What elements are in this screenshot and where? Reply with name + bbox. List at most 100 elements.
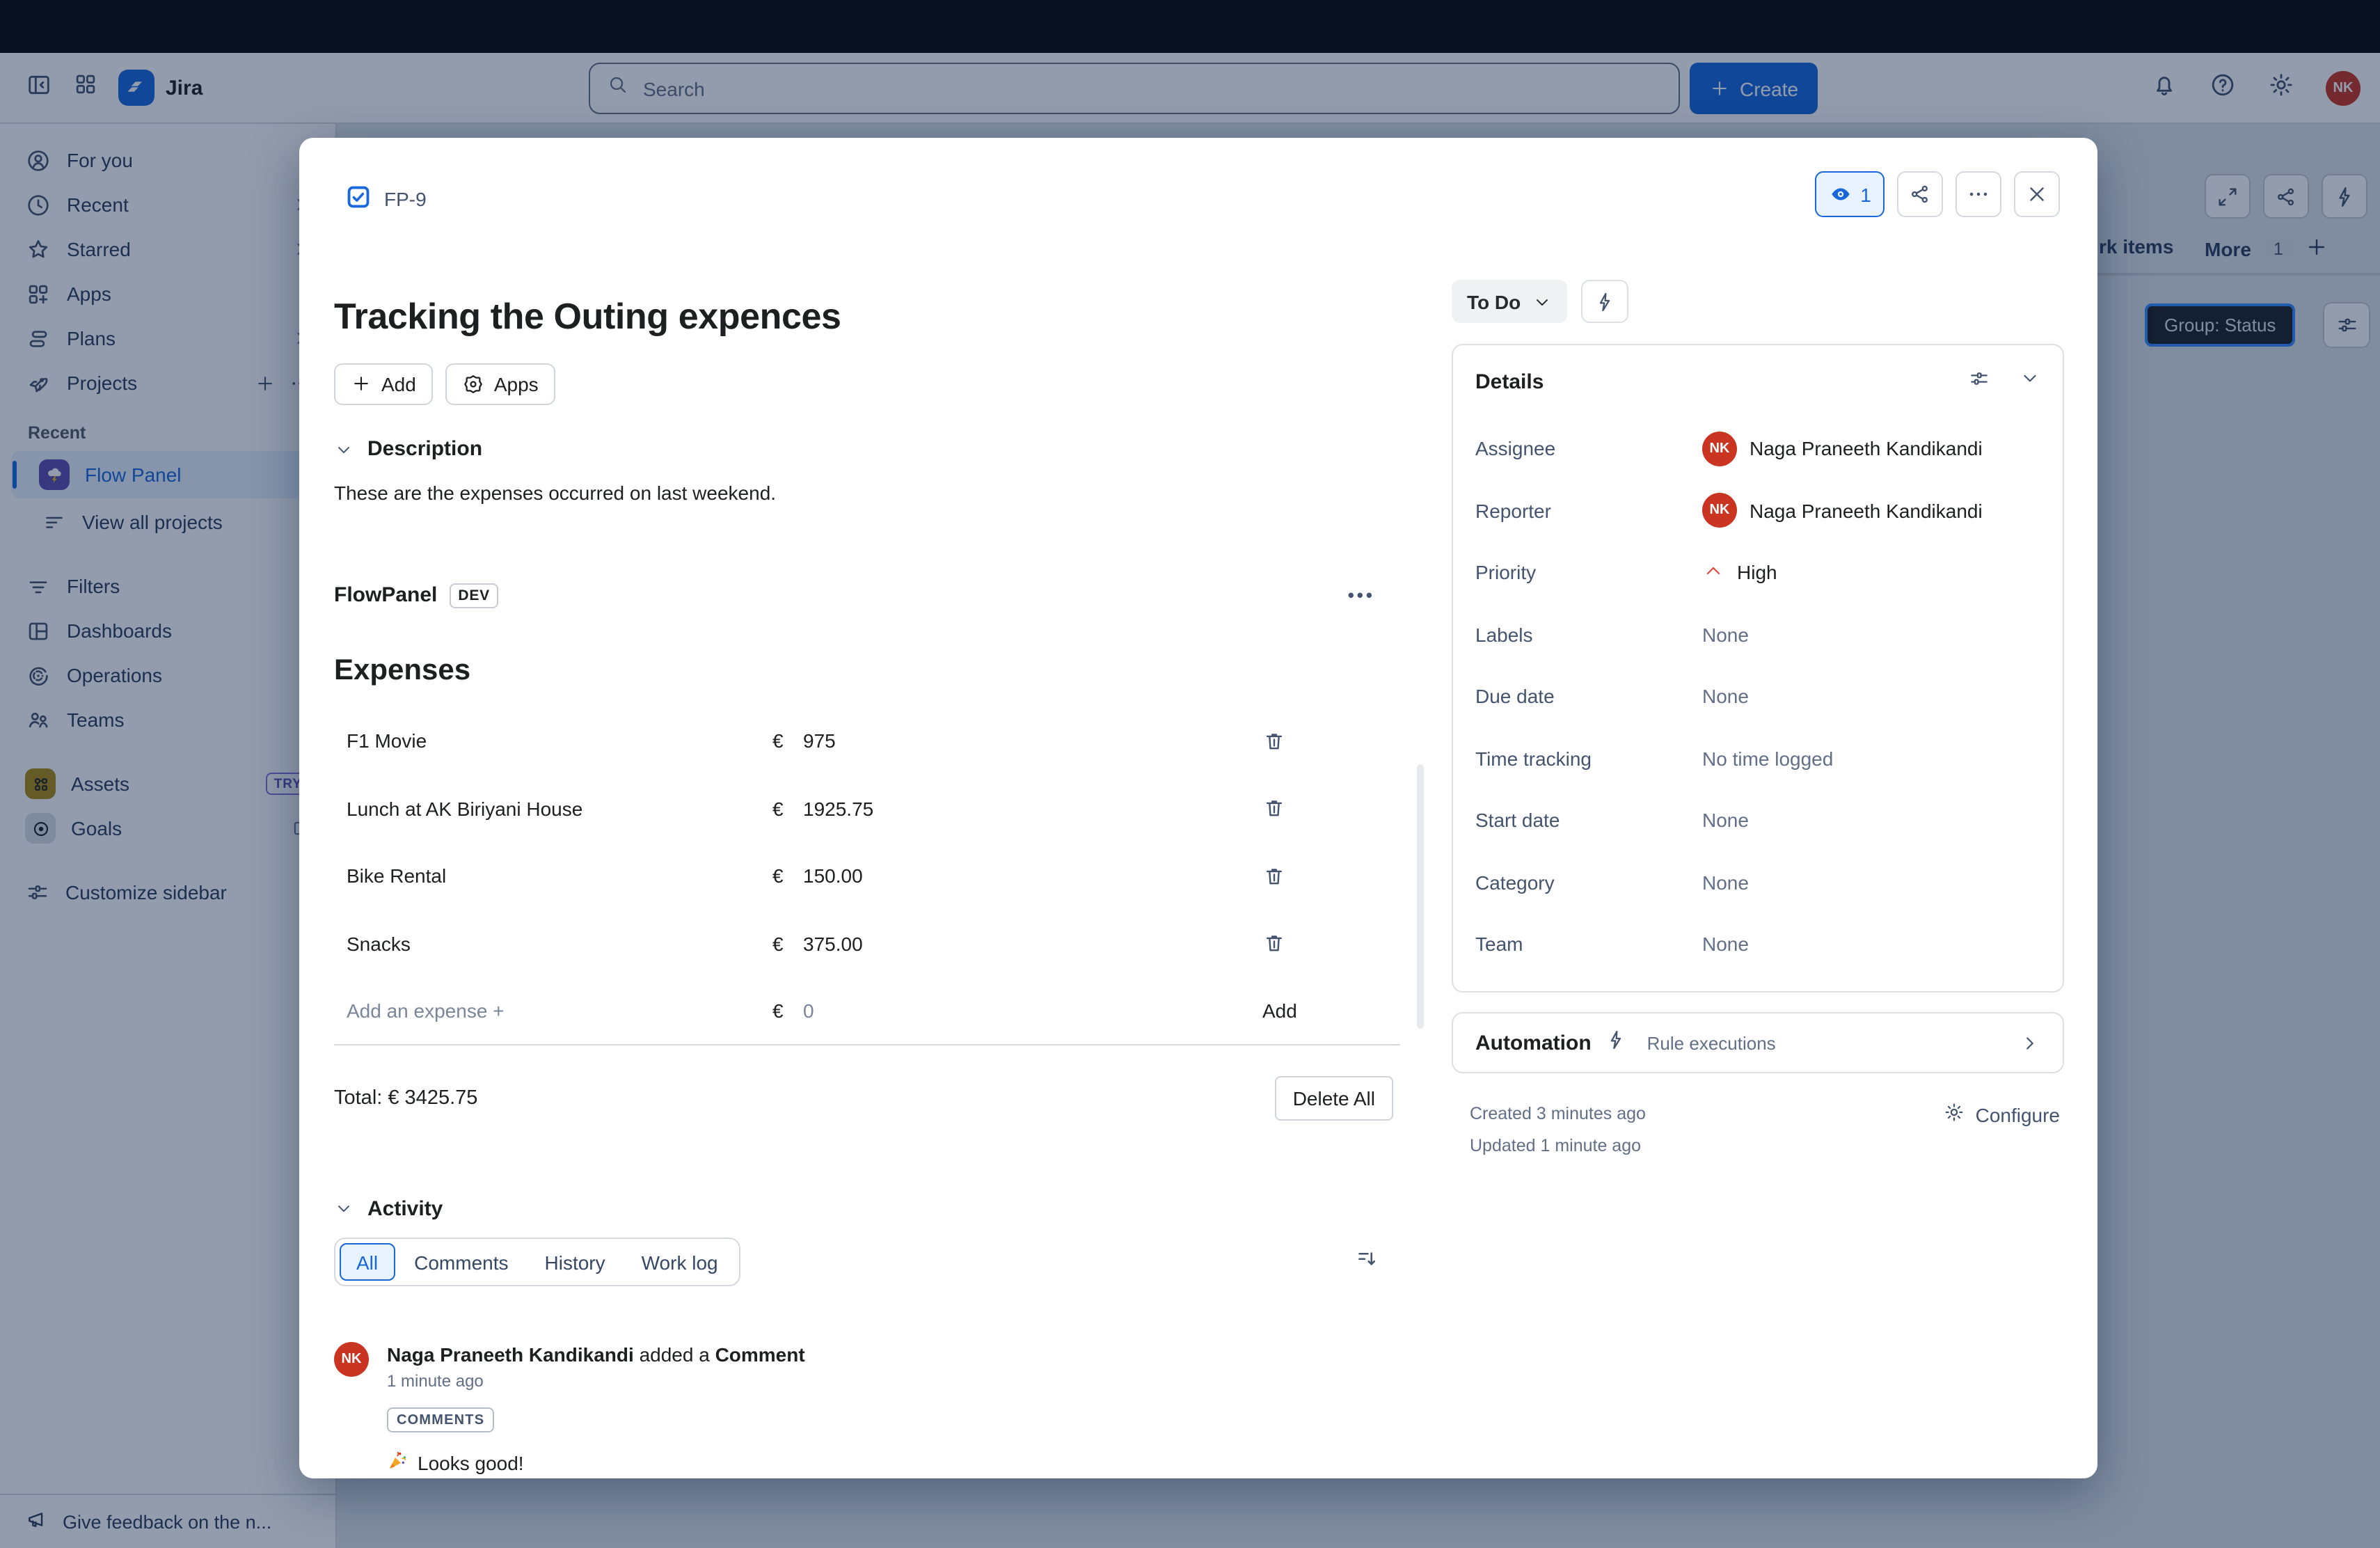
trash-icon[interactable] [1262, 864, 1318, 887]
tab-comments[interactable]: Comments [397, 1244, 525, 1281]
assignee-avatar: NK [1702, 432, 1737, 466]
expenses-total: Total: € 3425.75 [334, 1088, 477, 1110]
description-text[interactable]: These are the expenses occurred on last … [334, 482, 1400, 507]
expense-name[interactable]: Snacks [334, 932, 772, 954]
share-button[interactable] [1897, 171, 1943, 217]
more-actions-button[interactable] [1955, 171, 2001, 217]
automation-panel[interactable]: Automation Rule executions [1452, 1012, 2064, 1073]
add-expense-amount-input[interactable]: 0 [803, 1000, 1262, 1022]
task-type-icon [345, 184, 372, 214]
panel-more-icon[interactable]: ••• [1348, 585, 1375, 606]
field-team[interactable]: Team None [1475, 913, 2040, 975]
apps-button-label: Apps [494, 373, 539, 395]
configure-button[interactable]: Configure [1944, 1101, 2060, 1128]
labels-value: None [1702, 624, 1749, 646]
field-due-date[interactable]: Due date None [1475, 665, 2040, 727]
field-label: Due date [1475, 686, 1702, 708]
expense-amount[interactable]: 150.00 [803, 864, 1262, 887]
tab-all[interactable]: All [340, 1244, 395, 1281]
category-value: None [1702, 871, 1749, 894]
trash-icon[interactable] [1262, 729, 1318, 752]
watch-button[interactable]: 1 [1815, 171, 1885, 217]
add-button[interactable]: Add [334, 363, 433, 405]
field-label: Assignee [1475, 438, 1702, 460]
comments-badge: COMMENTS [387, 1408, 494, 1433]
gear-icon [1944, 1101, 1966, 1128]
rule-executions-label: Rule executions [1647, 1032, 1776, 1053]
field-assignee[interactable]: Assignee NK Naga Praneeth Kandikandi [1475, 418, 2040, 480]
dev-badge: DEV [450, 583, 498, 608]
comment-author[interactable]: Naga Praneeth Kandikandi [387, 1344, 634, 1366]
expense-amount[interactable]: 375.00 [803, 932, 1262, 954]
team-value: None [1702, 933, 1749, 956]
tab-history[interactable]: History [528, 1244, 622, 1281]
forge-panel-header: FlowPanel DEV ••• [334, 579, 1400, 613]
field-priority[interactable]: Priority High [1475, 542, 2040, 603]
field-label: Start date [1475, 809, 1702, 832]
expense-name[interactable]: Bike Rental [334, 864, 772, 887]
add-expense-input[interactable]: Add an expense + [334, 1000, 772, 1022]
due-date-value: None [1702, 686, 1749, 708]
reporter-avatar: NK [1702, 493, 1737, 528]
field-label: Labels [1475, 624, 1702, 646]
sort-order-icon[interactable] [1354, 1247, 1379, 1279]
close-button[interactable] [2014, 171, 2060, 217]
currency-symbol: € [772, 864, 803, 887]
reporter-value: Naga Praneeth Kandikandi [1750, 500, 1983, 522]
delete-all-button[interactable]: Delete All [1275, 1077, 1393, 1121]
field-time-tracking[interactable]: Time tracking No time logged [1475, 727, 2040, 789]
expenses-heading: Expenses [334, 654, 1400, 690]
comment-item: NK Naga Praneeth Kandikandi added a Comm… [334, 1343, 1400, 1478]
field-category[interactable]: Category None [1475, 851, 2040, 913]
expense-row: Bike Rental € 150.00 [334, 842, 1400, 910]
field-label: Time tracking [1475, 748, 1702, 770]
activity-section-header[interactable]: Activity [334, 1194, 1400, 1224]
collapse-details-icon[interactable] [2020, 368, 2040, 395]
trash-icon[interactable] [1262, 931, 1318, 955]
issue-modal: FP-9 1 Tracking the Outing expences [299, 138, 2097, 1478]
expense-name[interactable]: F1 Movie [334, 729, 772, 752]
updated-timestamp: Updated 1 minute ago [1470, 1136, 2064, 1155]
priority-value: High [1737, 562, 1777, 584]
automation-lightning-button[interactable] [1580, 280, 1628, 323]
chevron-right-icon [2020, 1032, 2040, 1053]
issue-title[interactable]: Tracking the Outing expences [334, 294, 1400, 339]
panel-scrollbar[interactable] [1417, 764, 1424, 1029]
priority-high-icon [1702, 560, 1724, 586]
status-dropdown[interactable]: To Do [1452, 280, 1566, 323]
expense-amount[interactable]: 975 [803, 729, 1262, 752]
field-label: Team [1475, 933, 1702, 956]
start-date-value: None [1702, 809, 1749, 832]
field-labels[interactable]: Labels None [1475, 603, 2040, 665]
chevron-down-icon [334, 440, 354, 459]
apps-button[interactable]: Apps [445, 363, 555, 405]
expense-row: Snacks € 375.00 [334, 910, 1400, 977]
currency-symbol: € [772, 1000, 803, 1022]
time-tracking-value: No time logged [1702, 748, 1833, 770]
comment-avatar[interactable]: NK [334, 1343, 369, 1377]
details-settings-icon[interactable] [1968, 367, 1990, 396]
field-label: Reporter [1475, 500, 1702, 522]
watch-count: 1 [1860, 183, 1871, 205]
field-label: Category [1475, 871, 1702, 894]
comment-timestamp: 1 minute ago [387, 1372, 805, 1391]
field-start-date[interactable]: Start date None [1475, 789, 2040, 851]
trash-icon[interactable] [1262, 796, 1318, 820]
assignee-value: Naga Praneeth Kandikandi [1750, 438, 1983, 460]
expense-amount[interactable]: 1925.75 [803, 797, 1262, 819]
chevron-down-icon [334, 1199, 354, 1219]
field-reporter[interactable]: Reporter NK Naga Praneeth Kandikandi [1475, 480, 2040, 542]
comment-action: added a [640, 1344, 710, 1366]
screen: Jira Create NK [0, 0, 2380, 1548]
tab-work-log[interactable]: Work log [625, 1244, 735, 1281]
add-expense-button[interactable]: Add [1262, 1000, 1297, 1022]
expense-row: F1 Movie € 975 [334, 707, 1400, 775]
flowpanel-name: FlowPanel [334, 584, 437, 608]
description-section-header[interactable]: Description [334, 436, 1400, 464]
comment-object: Comment [715, 1344, 805, 1366]
issue-key[interactable]: FP-9 [384, 188, 427, 210]
expense-name[interactable]: Lunch at AK Biriyani House [334, 797, 772, 819]
lightning-icon [1605, 1028, 1628, 1057]
details-heading: Details [1475, 370, 1544, 393]
activity-tab-group: All Comments History Work log [334, 1238, 740, 1287]
